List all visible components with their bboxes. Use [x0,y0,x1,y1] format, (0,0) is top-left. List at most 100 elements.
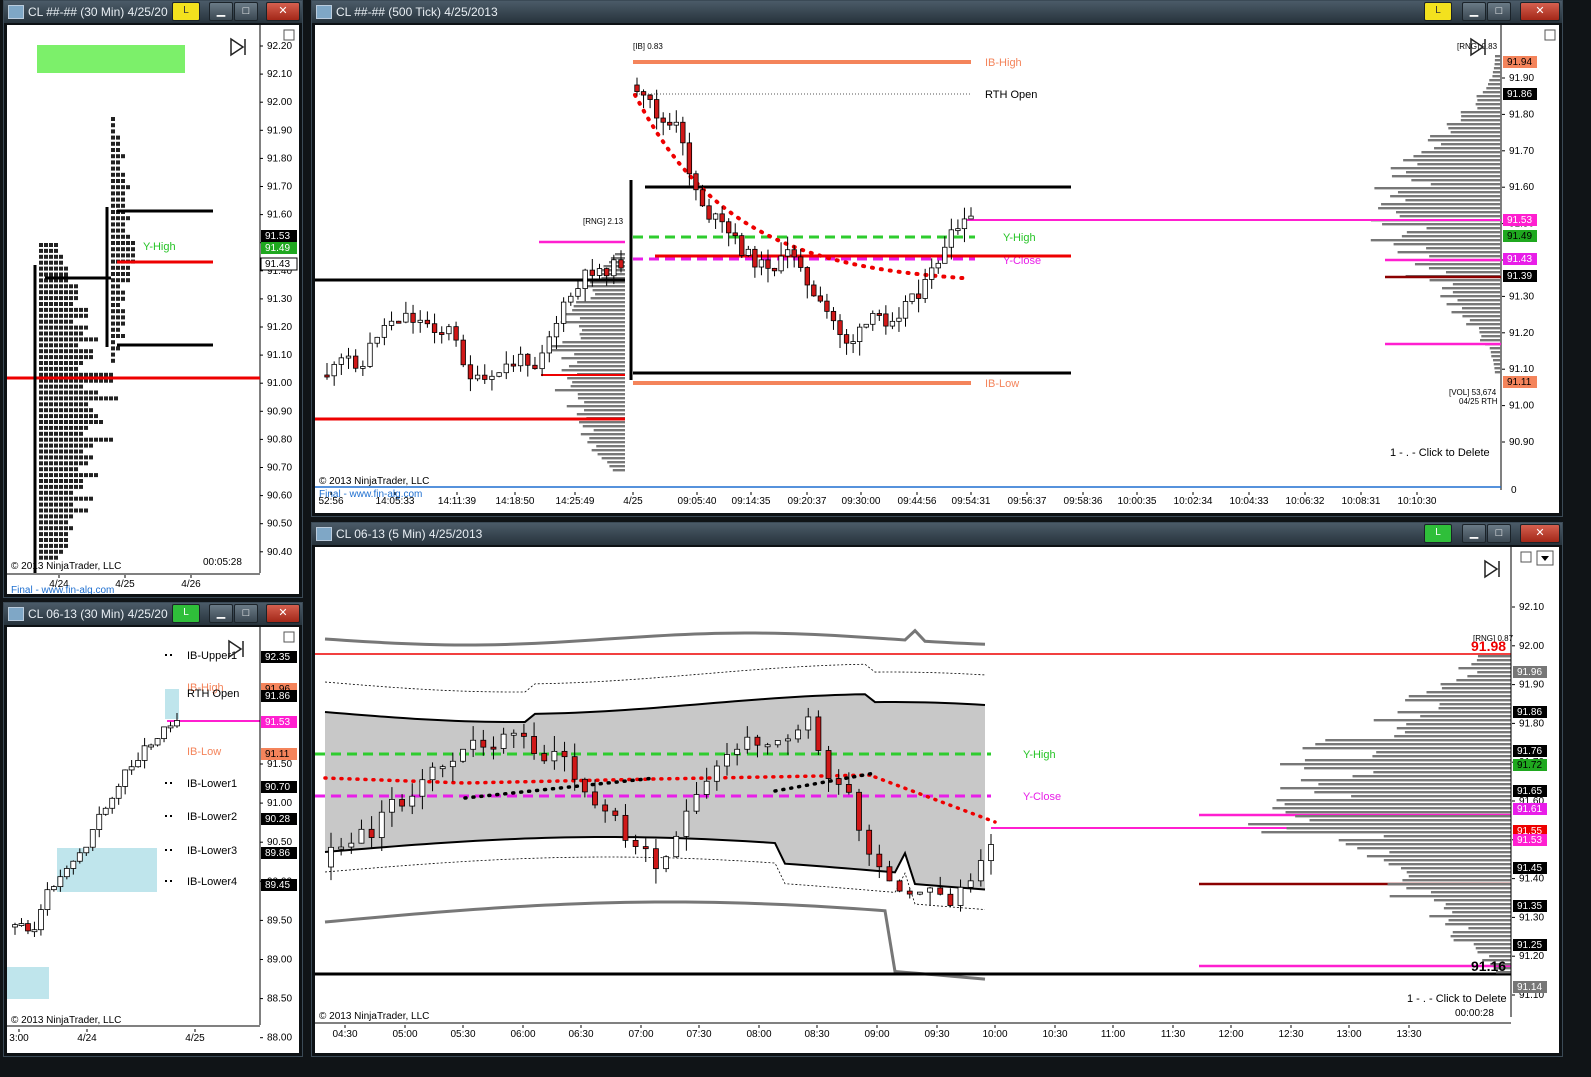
volume-bar [1393,243,1501,246]
format-button[interactable] [1544,29,1556,41]
click-to-delete-hint[interactable]: 1 - . - Click to Delete [1407,993,1507,1005]
tpo-mark [54,490,58,495]
titlebar[interactable]: CL ##-## (30 Min) 4/25/20 L ▁ □ ✕ [4,1,302,23]
format-button[interactable] [283,29,295,41]
time-label: 14:11:39 [438,496,477,507]
volume-bar [572,309,625,312]
link-badge[interactable]: L [172,2,200,21]
tpo-mark [116,141,120,146]
titlebar[interactable]: CL 06-13 (30 Min) 4/25/20 L ▁ □ ✕ [4,603,302,625]
maximize-button[interactable]: □ [234,604,258,623]
format-button[interactable] [283,631,295,643]
vendor-link[interactable]: Final - www.fin-alg.com [11,585,114,594]
time-label: 10:30 [1042,1029,1067,1040]
candle-up [693,794,700,812]
format-button[interactable] [1520,551,1532,563]
time-label: 13:00 [1336,1029,1361,1040]
price-label: 92.10 [1519,602,1544,613]
link-badge[interactable]: L [1424,524,1452,543]
tpo-mark [74,372,78,377]
tpo-mark [69,390,73,395]
minimize-button[interactable]: ▁ [209,2,233,21]
titlebar[interactable]: CL 06-13 (5 Min) 4/25/2013 L ▁ □ ✕ [312,523,1562,545]
tpo-mark [131,241,135,245]
candle-up [500,733,507,749]
tpo-mark [44,473,48,478]
tpo-mark [94,337,98,342]
tpo-mark [121,203,125,208]
link-badge[interactable]: L [172,604,200,623]
chart-panel[interactable]: 92.2092.1092.0091.9091.8091.7091.6091.50… [7,25,299,594]
close-button[interactable]: ✕ [266,2,300,21]
tpo-mark [39,361,43,365]
titlebar[interactable]: CL ##-## (500 Tick) 4/25/2013 L ▁ □ ✕ [312,1,1562,23]
candle-down [632,839,639,847]
volume-bar [1458,667,1511,670]
tpo-mark [69,325,73,330]
chart-panel[interactable]: IB-Upper1 IB-High RTH Open IB-Low IB-Lower1 I… [7,627,299,1053]
candle-up [961,218,968,230]
volume-bar [1261,831,1511,834]
candle-up [955,228,961,232]
tpo-mark [111,327,115,332]
price-marker-92-35: 92.35 [261,651,297,663]
tpo-mark [116,327,120,332]
svg-text:90.70: 90.70 [265,782,290,793]
volume-bar [1492,359,1501,362]
candle-up [338,357,344,365]
candle-down [706,205,712,220]
link-badge[interactable]: L [1424,2,1452,21]
tpo-mark [54,396,58,401]
maximize-button[interactable]: □ [1487,2,1511,21]
price-label: 92.00 [1519,641,1544,652]
tpo-mark [44,420,48,424]
close-button[interactable]: ✕ [1520,2,1560,21]
volume-bar [1477,951,1511,954]
svg-text:91.11: 91.11 [265,749,290,760]
tpo-mark [84,325,88,330]
volume-bar [1471,663,1511,666]
tpo-mark [126,278,130,283]
tpo-mark [54,384,58,389]
time-label: 09:56:37 [1008,496,1047,507]
tpo-mark [49,514,53,519]
tpo-mark [126,247,130,252]
price-marker: 91.76 [1513,745,1547,757]
candle-down [561,750,568,758]
play-icon[interactable] [1484,559,1500,579]
play-icon[interactable] [230,37,246,57]
candle-up [12,924,18,928]
tpo-mark [44,532,48,537]
tpo-mark [44,455,48,460]
time-label: 09:30 [924,1029,949,1040]
tpo-mark [54,538,58,542]
chart-panel[interactable]: 91.9091.8091.7091.6091.5091.4091.3091.20… [315,25,1559,513]
volume-bar [1440,683,1511,686]
svg-text:91.86: 91.86 [265,691,290,702]
minimize-button[interactable]: ▁ [209,604,233,623]
price-label: 91.00 [1509,401,1534,412]
time-label: 04:30 [332,1029,357,1040]
volume-bar [1315,743,1511,746]
tpo-mark [49,437,53,442]
window-title: CL ##-## (30 Min) 4/25/20 [28,5,168,19]
minimize-button[interactable]: ▁ [1462,524,1486,543]
volume-bar [1475,947,1511,950]
time-label: 12:00 [1218,1029,1243,1040]
price-label: 90.90 [267,406,292,417]
candle-down [399,799,405,807]
click-to-delete-hint[interactable]: 1 - . - Click to Delete [1390,447,1490,459]
tpo-mark [49,331,53,336]
maximize-button[interactable]: □ [234,2,258,21]
minimize-button[interactable]: ▁ [1462,2,1486,21]
close-button[interactable]: ✕ [266,604,300,623]
maximize-button[interactable]: □ [1487,524,1511,543]
chart-panel[interactable]: Y-High Y-Close 92.1092.0091.9091.8091.70… [315,547,1559,1053]
close-button[interactable]: ✕ [1520,524,1560,543]
candle-down [798,256,804,268]
tpo-mark [59,254,63,259]
tpo-mark [116,191,120,196]
tpo-mark [64,290,68,295]
candle-down [634,84,640,92]
tpo-mark [59,296,63,301]
